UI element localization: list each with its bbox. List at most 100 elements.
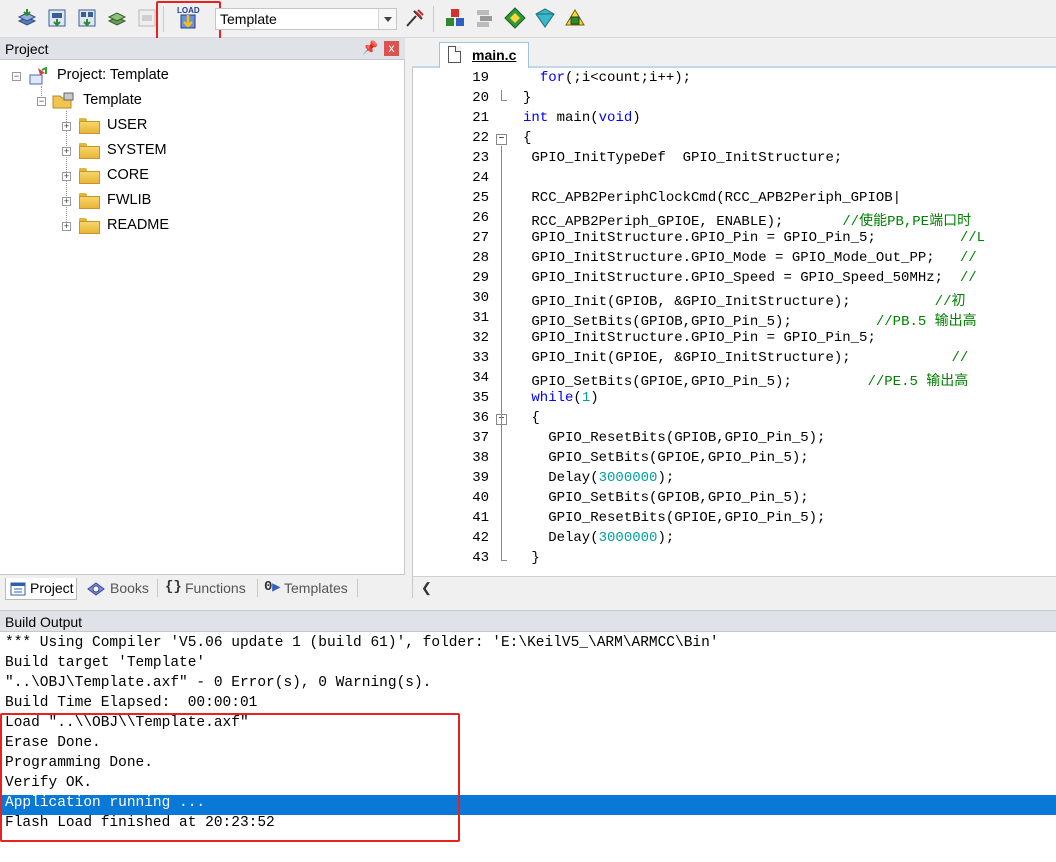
fold-toggle-icon[interactable]: − — [496, 134, 507, 145]
line-number: 42 — [472, 530, 489, 546]
code-line[interactable]: 38 GPIO_SetBits(GPIOE,GPIO_Pin_5); — [413, 450, 1056, 470]
code-line[interactable]: 29 GPIO_InitStructure.GPIO_Speed = GPIO_… — [413, 270, 1056, 290]
code-line[interactable]: 28 GPIO_InitStructure.GPIO_Mode = GPIO_M… — [413, 250, 1056, 270]
build-output-line[interactable]: "..\OBJ\Template.axf" - 0 Error(s), 0 Wa… — [0, 675, 1056, 695]
tab-templates-label: Templates — [284, 580, 348, 596]
code-text: { — [523, 410, 540, 426]
code-editor[interactable]: 19 for(;i<count;i++); 20} 21 int main(void)… — [412, 68, 1056, 576]
rebuild-icon[interactable] — [76, 7, 98, 29]
code-line[interactable]: 32 GPIO_InitStructure.GPIO_Pin = GPIO_Pi… — [413, 330, 1056, 350]
expand-icon[interactable]: + — [62, 147, 71, 156]
fold-end-marker — [501, 90, 507, 101]
file-icon — [448, 46, 461, 63]
code-text: int main(void) — [523, 110, 641, 126]
fold-guide — [501, 146, 502, 550]
code-line[interactable]: 23 GPIO_InitTypeDef GPIO_InitStructure; — [413, 150, 1056, 170]
horizontal-scrollbar[interactable]: ❮ — [412, 576, 1056, 598]
code-text: GPIO_ResetBits(GPIOB,GPIO_Pin_5); — [523, 430, 826, 446]
code-text: for(;i<count;i++); — [539, 70, 692, 86]
tab-books[interactable]: Books — [84, 578, 154, 600]
expand-icon[interactable]: + — [62, 197, 71, 206]
code-line[interactable]: 25 RCC_APB2PeriphClockCmd(RCC_APB2Periph… — [413, 190, 1056, 210]
line-number: 41 — [472, 510, 489, 526]
manage-components-icon[interactable] — [444, 7, 466, 29]
scroll-left-icon[interactable]: ❮ — [421, 580, 432, 596]
code-line[interactable]: 21 int main(void) — [413, 110, 1056, 130]
code-text: GPIO_Init(GPIOB, &GPIO_InitStructure); /… — [523, 294, 966, 310]
batch-build-icon[interactable] — [106, 7, 128, 29]
tree-item-group-readme[interactable]: + README — [60, 216, 260, 238]
tree-item-project-root[interactable]: − Project: Template — [10, 66, 310, 88]
expand-icon[interactable]: + — [62, 172, 71, 181]
tree-label-group: USER — [107, 117, 148, 133]
code-line[interactable]: 41 GPIO_ResetBits(GPIOE,GPIO_Pin_5); — [413, 510, 1056, 530]
translate-icon[interactable] — [16, 7, 38, 29]
run-time-environment-icon[interactable] — [564, 7, 586, 29]
tree-label-group: FWLIB — [107, 192, 152, 208]
code-line[interactable]: 24 — [413, 170, 1056, 190]
line-number: 37 — [472, 430, 489, 446]
build-output-line[interactable]: *** Using Compiler 'V5.06 update 1 (buil… — [0, 635, 1056, 655]
pack-installer-icon[interactable] — [504, 7, 526, 29]
target-select[interactable]: Template — [215, 8, 397, 30]
close-icon[interactable]: x — [384, 41, 399, 56]
line-number: 22 — [472, 130, 489, 146]
code-line[interactable]: 22− { — [413, 130, 1056, 150]
tab-functions[interactable]: {} Functions — [163, 578, 255, 600]
tree-item-group-user[interactable]: + USER — [60, 116, 260, 138]
tree-item-group-fwlib[interactable]: + FWLIB — [60, 191, 260, 213]
line-number: 33 — [472, 350, 489, 366]
tab-main-c-label: main.c — [472, 47, 517, 63]
file-extensions-icon[interactable] — [474, 7, 496, 29]
tab-main-c[interactable]: main.c — [439, 42, 529, 68]
tab-project-label: Project — [30, 580, 74, 596]
select-packs-icon[interactable] — [534, 7, 556, 29]
tab-templates[interactable]: 0▶ Templates — [262, 578, 354, 600]
code-line[interactable]: 35 while(1) — [413, 390, 1056, 410]
project-panel-title: Project — [5, 41, 49, 57]
code-text: Delay(3000000); — [523, 530, 675, 546]
tree-item-target[interactable]: − Template — [35, 91, 335, 113]
code-line[interactable]: 39 Delay(3000000); — [413, 470, 1056, 490]
collapse-icon[interactable]: − — [12, 72, 21, 81]
code-line[interactable]: 36− { — [413, 410, 1056, 430]
code-text: while(1) — [531, 390, 599, 406]
collapse-icon[interactable]: − — [37, 97, 46, 106]
code-line[interactable]: 37 GPIO_ResetBits(GPIOB,GPIO_Pin_5); — [413, 430, 1056, 450]
tab-functions-label: Functions — [185, 580, 246, 596]
target-options-icon[interactable] — [404, 7, 426, 29]
project-icon — [29, 67, 47, 85]
code-text: } — [523, 90, 532, 106]
line-number: 34 — [472, 370, 489, 386]
expand-icon[interactable]: + — [62, 222, 71, 231]
chevron-down-icon[interactable] — [378, 9, 396, 29]
build-output-line[interactable]: Build target 'Template' — [0, 655, 1056, 675]
code-line[interactable]: 30 GPIO_Init(GPIOB, &GPIO_InitStructure)… — [413, 290, 1056, 310]
build-icon[interactable] — [46, 7, 68, 29]
code-line[interactable]: 26 RCC_APB2Periph_GPIOE, ENABLE); //使能PB… — [413, 210, 1056, 230]
code-text: GPIO_InitStructure.GPIO_Mode = GPIO_Mode… — [523, 250, 977, 266]
code-line[interactable]: 20} — [413, 90, 1056, 110]
code-line[interactable]: 19 for(;i<count;i++); — [413, 70, 1056, 90]
line-number: 23 — [472, 150, 489, 166]
folder-icon — [79, 118, 100, 134]
functions-icon: {} — [165, 579, 182, 595]
code-line[interactable]: 42 Delay(3000000); — [413, 530, 1056, 550]
code-line[interactable]: 27 GPIO_InitStructure.GPIO_Pin = GPIO_Pi… — [413, 230, 1056, 250]
expand-icon[interactable]: + — [62, 122, 71, 131]
pin-icon[interactable]: 📌 — [362, 40, 378, 56]
project-window-icon — [10, 582, 26, 596]
stop-build-icon[interactable] — [136, 7, 158, 29]
tree-label-project-root: Project: Template — [57, 67, 169, 83]
build-output-line[interactable]: Build Time Elapsed: 00:00:01 — [0, 695, 1056, 715]
templates-icon: 0▶ — [264, 579, 281, 595]
tree-item-group-core[interactable]: + CORE — [60, 166, 260, 188]
code-line[interactable]: 43 } — [413, 550, 1056, 570]
code-line[interactable]: 31 GPIO_SetBits(GPIOB,GPIO_Pin_5); //PB.… — [413, 310, 1056, 330]
tree-item-group-system[interactable]: + SYSTEM — [60, 141, 260, 163]
code-line[interactable]: 40 GPIO_SetBits(GPIOB,GPIO_Pin_5); — [413, 490, 1056, 510]
line-number: 21 — [472, 110, 489, 126]
tab-project[interactable]: Project — [5, 578, 77, 600]
code-line[interactable]: 34 GPIO_SetBits(GPIOE,GPIO_Pin_5); //PE.… — [413, 370, 1056, 390]
code-line[interactable]: 33 GPIO_Init(GPIOE, &GPIO_InitStructure)… — [413, 350, 1056, 370]
